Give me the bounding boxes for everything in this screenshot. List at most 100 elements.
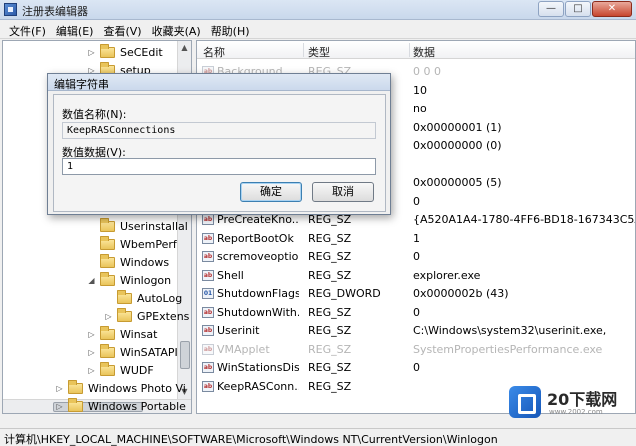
tree-item-label: WUDF [120, 363, 154, 377]
menu-favorites[interactable]: 收藏夹(A) [147, 20, 206, 38]
title-bar: 注册表编辑器 — □ ✕ [0, 0, 636, 20]
window-title: 注册表编辑器 [22, 5, 88, 18]
string-value-icon: ab [202, 306, 214, 318]
value-data: 0 [413, 250, 420, 263]
watermark-brand: 20下载网 [547, 390, 618, 409]
value-name: scremoveoption [217, 250, 299, 263]
folder-icon [100, 325, 115, 340]
value-data: 0x00000001 (1) [413, 120, 502, 134]
scroll-up-icon[interactable]: ▲ [178, 41, 191, 55]
string-value-icon: ab [202, 214, 214, 225]
expand-arrow-icon[interactable]: ▷ [55, 402, 64, 411]
value-data: 0 [413, 305, 420, 319]
folder-icon [100, 217, 115, 232]
ok-button[interactable]: 确定 [240, 182, 302, 202]
tree-item[interactable]: ▷ SeCEdit [87, 43, 163, 61]
folder-icon [100, 43, 115, 58]
value-type: REG_SZ [308, 342, 352, 356]
expand-arrow-icon[interactable]: ▷ [87, 330, 96, 339]
cancel-button[interactable]: 取消 [312, 182, 374, 202]
tree-item[interactable]: Userinstallal [87, 217, 188, 235]
minimize-button[interactable]: — [538, 1, 564, 17]
value-row[interactable]: ab Shell REG_SZ explorer.exe [197, 266, 635, 284]
value-row[interactable]: abWinStationsDis... REG_SZ 0 [197, 358, 635, 376]
folder-icon [100, 271, 115, 286]
menu-help[interactable]: 帮助(H) [206, 20, 255, 38]
folder-icon [100, 235, 115, 250]
string-value-icon: ab [202, 343, 214, 355]
tree-item[interactable]: ▷ GPExtens [104, 307, 189, 325]
column-name[interactable]: 名称 [203, 44, 225, 60]
menu-file[interactable]: 文件(F) [4, 20, 51, 38]
folder-icon [68, 379, 83, 394]
site-watermark: 20下载网 www.2002.com [509, 384, 633, 424]
value-name: WinStationsDis... [217, 361, 299, 374]
tree-item-label: SeCEdit [120, 45, 163, 59]
close-button[interactable]: ✕ [592, 1, 632, 17]
value-type: REG_SZ [308, 268, 352, 282]
tree-scroll-thumb[interactable] [180, 341, 190, 369]
edit-string-dialog: 编辑字符串 数值名称(N): KeepRASConnections 数值数据(V… [47, 73, 391, 215]
value-name: KeepRASConn... [217, 379, 299, 393]
column-type[interactable]: 类型 [308, 44, 330, 60]
value-data-input[interactable]: 1 [62, 158, 376, 175]
tree-item-label: Windows [120, 255, 170, 269]
tree-item[interactable]: ▷ Windows Portable [55, 397, 186, 413]
tree-item[interactable]: ▷ WinSATAPI [87, 343, 178, 361]
value-data: explorer.exe [413, 268, 481, 282]
registry-editor-icon [4, 3, 17, 16]
tree-item-label: AutoLog [137, 291, 183, 305]
tree-item[interactable]: WbemPerf [87, 235, 177, 253]
column-data[interactable]: 数据 [413, 44, 435, 60]
tree-item-label: Windows Photo Vi [88, 381, 186, 395]
tree-item[interactable]: ▷ Winsat [87, 325, 157, 343]
folder-icon [117, 307, 132, 322]
value-data: no [413, 102, 427, 115]
value-type: REG_SZ [308, 361, 352, 374]
value-type: REG_SZ [308, 324, 352, 337]
list-header: 名称 类型 数据 [197, 41, 635, 60]
tree-item[interactable]: Windows [87, 253, 169, 271]
string-value-icon: ab [202, 251, 214, 262]
expand-arrow-icon[interactable]: ▷ [87, 48, 96, 57]
brand-logo-icon [509, 386, 541, 418]
expand-arrow-icon[interactable]: ▷ [87, 366, 96, 375]
tree-item-label: GPExtens [137, 309, 190, 323]
tree-item[interactable]: ▷ Windows Photo Vi [55, 379, 186, 397]
menu-edit[interactable]: 编辑(E) [51, 20, 99, 38]
value-data: 0 [413, 194, 420, 208]
value-type: REG_SZ [308, 231, 352, 245]
value-row[interactable]: ab scremoveoption REG_SZ 0 [197, 247, 635, 265]
tree-item[interactable]: ▷ WUDF [87, 361, 154, 379]
expand-arrow-icon[interactable]: ▷ [104, 312, 113, 321]
expand-arrow-icon[interactable]: ◢ [87, 276, 96, 285]
expand-arrow-icon[interactable]: ▷ [87, 348, 96, 357]
value-data: 0x00000000 (0) [413, 139, 502, 152]
dialog-body: 数值名称(N): KeepRASConnections 数值数据(V): 1 确… [53, 94, 386, 212]
folder-icon [100, 253, 115, 268]
value-data: 0x00000005 (5) [413, 176, 502, 189]
tree-item[interactable]: AutoLog [104, 289, 182, 307]
value-row[interactable]: ab Userinit REG_SZ C:\Windows\system32\user… [197, 321, 635, 339]
value-row[interactable]: ab ReportBootOk REG_SZ 1 [197, 229, 635, 247]
tree-item-label: WbemPerf [120, 237, 177, 251]
status-bar: 计算机\HKEY_LOCAL_MACHINE\SOFTWARE\Microsof… [0, 428, 636, 446]
column-separator[interactable] [303, 43, 304, 57]
value-type: REG_DWORD [308, 287, 381, 300]
maximize-button[interactable]: □ [565, 1, 591, 17]
tree-item[interactable]: ◢ Winlogon [87, 271, 171, 289]
value-data: C:\Windows\system32\userinit.exe, [413, 324, 607, 337]
value-data: 0x0000002b (43) [413, 287, 509, 300]
menu-view[interactable]: 查看(V) [98, 20, 146, 38]
column-separator[interactable] [409, 43, 410, 57]
folder-icon [68, 397, 83, 412]
folder-icon [117, 289, 132, 304]
value-row[interactable]: ab ShutdownWith... REG_SZ 0 [197, 303, 635, 321]
tree-item-label: Winlogon [120, 273, 172, 287]
watermark-url: www.2002.com [549, 408, 603, 416]
value-row[interactable]: 01 ShutdownFlags REG_DWORD 0x0000002b (43) [197, 284, 635, 302]
expand-arrow-icon[interactable]: ▷ [55, 384, 64, 393]
value-row[interactable]: ab VMApplet REG_SZ SystemPropertiesPerforma… [197, 340, 635, 358]
